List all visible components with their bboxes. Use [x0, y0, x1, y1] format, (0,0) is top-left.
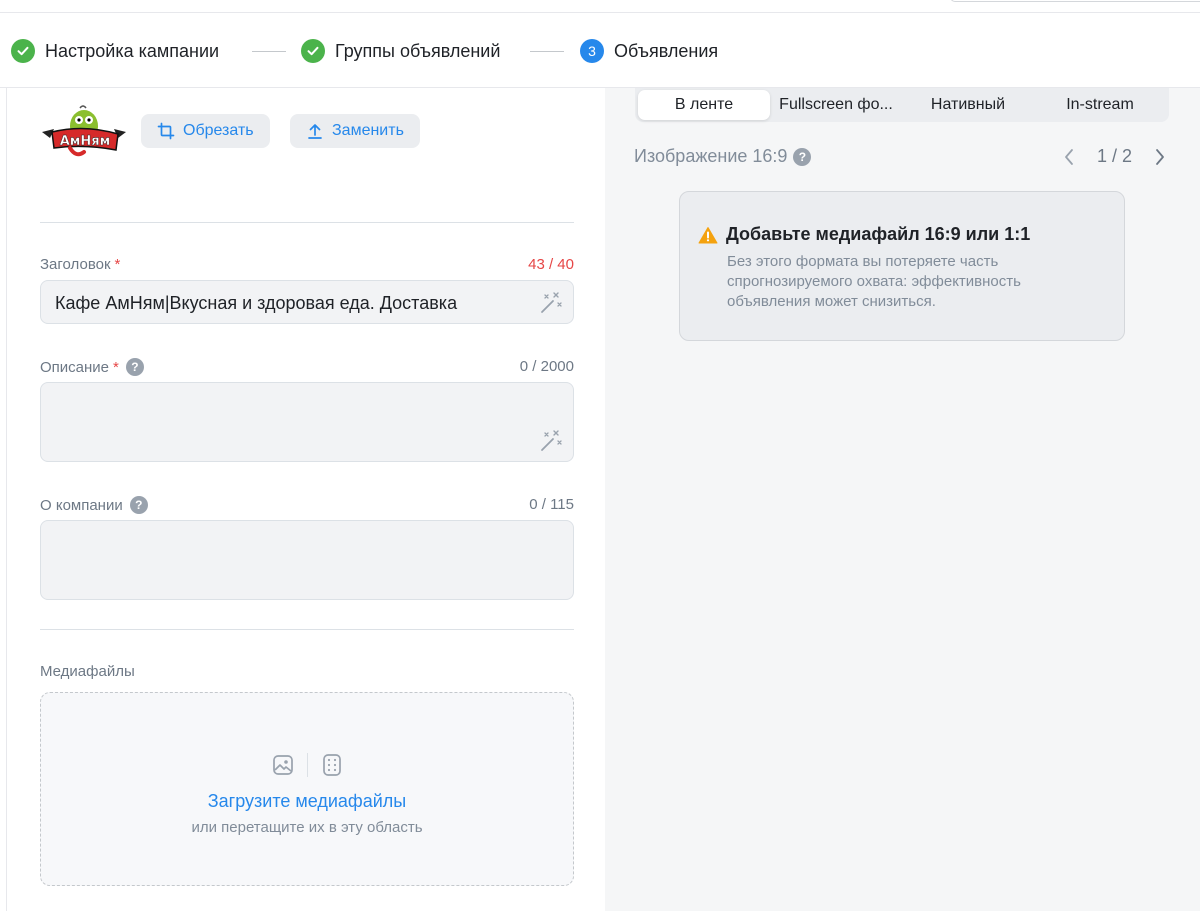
magic-wand-icon[interactable]	[539, 291, 563, 315]
ad-logo-image: АмНям	[40, 102, 128, 160]
headline-label: Заголовок *	[40, 256, 121, 273]
replace-button-label: Заменить	[332, 122, 404, 139]
crop-button[interactable]: Обрезать	[141, 114, 270, 148]
video-icon	[322, 754, 341, 776]
description-counter: 0 / 2000	[519, 358, 574, 375]
section-divider	[40, 629, 574, 630]
tab-native[interactable]: Нативный	[902, 90, 1034, 120]
crop-icon	[157, 122, 175, 140]
magic-wand-icon[interactable]	[539, 429, 563, 453]
about-counter: 0 / 115	[529, 496, 574, 513]
section-divider	[40, 222, 574, 223]
ad-editor-panel: АмНям Обрезать Заменить Заголовок * 43 /…	[0, 87, 605, 911]
about-label: О компании ?	[40, 496, 148, 514]
replace-button[interactable]: Заменить	[290, 114, 420, 148]
upload-media-link[interactable]: Загрузите медиафайлы	[41, 791, 573, 812]
tab-in-stream[interactable]: In-stream	[1034, 90, 1166, 120]
warning-icon	[698, 226, 718, 243]
ad-preview-panel: В ленте Fullscreen фо... Нативный In-str…	[605, 87, 1200, 911]
step-label: Объявления	[614, 40, 719, 61]
help-icon[interactable]: ?	[125, 358, 144, 376]
step-separator	[530, 51, 564, 52]
tab-fullscreen[interactable]: Fullscreen фо...	[770, 90, 902, 120]
tab-feed[interactable]: В ленте	[638, 90, 770, 120]
warning-text: Без этого формата вы потеряете часть спр…	[727, 253, 1021, 310]
chevron-right-icon[interactable]	[1154, 148, 1166, 166]
top-search-field[interactable]	[950, 0, 1200, 2]
check-icon	[301, 39, 325, 63]
preview-format-tabs: В ленте Fullscreen фо... Нативный In-str…	[635, 88, 1169, 122]
headline-input-value: Кафе АмНям|Вкусная и здоровая еда. Доста…	[55, 293, 458, 313]
step-ad-groups[interactable]: Группы объявлений	[301, 39, 500, 63]
media-dropzone[interactable]: Загрузите медиафайлы или перетащите их в…	[40, 692, 574, 886]
chevron-left-icon[interactable]	[1063, 148, 1075, 166]
page-indicator: 1 / 2	[1096, 146, 1132, 166]
description-textarea[interactable]	[40, 382, 574, 462]
upload-hint: или перетащите их в эту область	[191, 819, 423, 836]
required-mark: *	[114, 256, 121, 273]
icon-separator	[306, 753, 308, 777]
description-label: Описание * ?	[40, 358, 144, 376]
preview-pager: 1 / 2	[1063, 146, 1166, 167]
step-campaign-settings[interactable]: Настройка кампании	[11, 39, 219, 63]
media-label: Медиафайлы	[40, 663, 135, 680]
crop-button-label: Обрезать	[183, 122, 254, 139]
upload-arrow-icon	[308, 124, 322, 139]
required-mark: *	[113, 358, 119, 376]
preview-format-title: Изображение 16:9 ?	[634, 146, 812, 167]
warning-title: Добавьте медиафайл 16:9 или 1:1	[698, 224, 1030, 245]
check-icon	[11, 39, 35, 63]
missing-media-warning: Добавьте медиафайл 16:9 или 1:1 Без этог…	[679, 191, 1125, 341]
step-label: Группы объявлений	[335, 40, 501, 61]
step-label: Настройка кампании	[45, 40, 220, 61]
image-icon	[272, 755, 293, 775]
help-icon[interactable]: ?	[793, 147, 812, 166]
svg-text:АмНям: АмНям	[60, 134, 111, 149]
dropzone-icons	[41, 753, 573, 777]
step-number-badge: 3	[580, 39, 604, 63]
headline-counter: 43 / 40	[528, 256, 574, 273]
step-ads[interactable]: 3 Объявления	[580, 39, 718, 63]
about-textarea[interactable]	[40, 520, 574, 600]
headline-input[interactable]: Кафе АмНям|Вкусная и здоровая еда. Доста…	[40, 280, 574, 324]
campaign-stepper: Настройка кампании Группы объявлений 3 О…	[0, 13, 1200, 87]
help-icon[interactable]: ?	[129, 496, 148, 514]
step-separator	[252, 51, 286, 52]
